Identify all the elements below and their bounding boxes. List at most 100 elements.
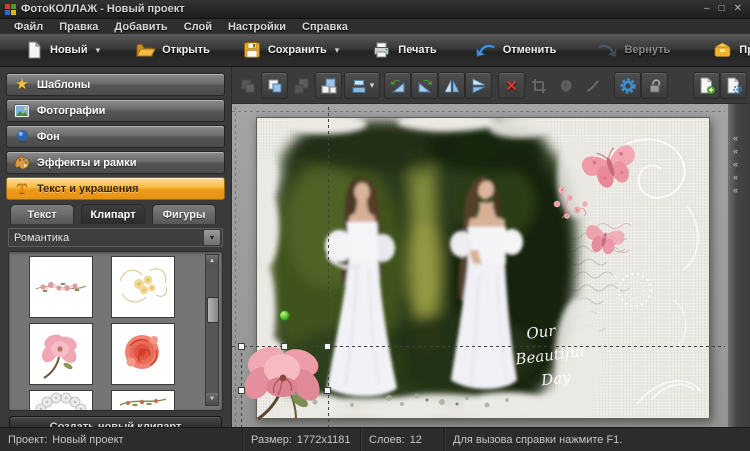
sidebar-item-background[interactable]: Фон	[6, 125, 225, 148]
selection-guide-vertical	[328, 104, 329, 427]
printer-icon	[371, 40, 392, 60]
save-button[interactable]: Сохранить ▾	[234, 38, 347, 62]
flip-horizontal-button[interactable]	[438, 72, 465, 99]
mask-button[interactable]	[552, 72, 579, 99]
left-sidebar: ★ Шаблоны Фотографии	[0, 67, 232, 427]
flip-vertical-button[interactable]	[465, 72, 492, 99]
save-dropdown-arrow[interactable]: ▾	[335, 45, 340, 56]
star-icon: ★	[14, 77, 30, 93]
undo-icon	[475, 40, 497, 60]
save-floppy-icon	[242, 40, 262, 60]
clipart-thumb-floral-garland[interactable]	[29, 256, 93, 318]
app-window: ФотоКОЛЛАЖ - Новый проект – □ ✕ Файл Пра…	[0, 0, 750, 451]
selection-handle-top-mid[interactable]	[281, 343, 288, 350]
scroll-down-button[interactable]: ▼	[206, 393, 218, 405]
chevron-left-icon[interactable]: «	[733, 134, 738, 143]
sidebar-item-text-decorations[interactable]: T Текст и украшения	[6, 177, 225, 200]
menu-help[interactable]: Справка	[294, 21, 356, 33]
selection-handle-top-left[interactable]	[238, 343, 245, 350]
status-project: Проект: Новый проект	[0, 428, 243, 451]
menu-settings[interactable]: Настройки	[220, 21, 294, 33]
window-title: ФотоКОЛЛАЖ - Новый проект	[21, 3, 185, 15]
lock-button[interactable]	[641, 72, 668, 99]
chevron-left-icon[interactable]: «	[733, 160, 738, 169]
title-bar[interactable]: ФотоКОЛЛАЖ - Новый проект – □ ✕	[0, 0, 750, 19]
clipart-thumb-white-flower-arc[interactable]	[29, 390, 93, 411]
minimize-button[interactable]: –	[704, 4, 710, 14]
chevron-left-icon[interactable]: «	[733, 147, 738, 156]
clipart-thumb-coral-rose[interactable]	[111, 323, 175, 385]
status-bar: Проект: Новый проект Размер: 1772x1181 С…	[0, 427, 750, 451]
guide-line-top	[232, 111, 725, 112]
new-button[interactable]: Новый ▾	[16, 38, 108, 62]
settings-button[interactable]	[614, 72, 641, 99]
bring-forward-button[interactable]	[261, 72, 288, 99]
selected-flower-clipart[interactable]	[238, 339, 330, 424]
sidebar-item-templates[interactable]: ★ Шаблоны	[6, 73, 225, 96]
close-button[interactable]: ✕	[734, 4, 742, 14]
canvas-toolbar: ▾ ✕	[232, 67, 750, 104]
clipart-scrollbar[interactable]: ▲ ▼	[205, 254, 219, 406]
help-text: Для вызова справки нажмите F1.	[453, 434, 622, 446]
add-page-button[interactable]	[693, 72, 720, 99]
clipart-thumb-cream-flowers[interactable]	[111, 256, 175, 318]
menu-add[interactable]: Добавить	[106, 21, 175, 33]
new-page-icon	[24, 40, 44, 60]
crop-button[interactable]	[525, 72, 552, 99]
programs-button[interactable]: Программы ▾	[704, 38, 750, 62]
page-settings-button[interactable]	[720, 72, 747, 99]
app-icon	[4, 3, 16, 15]
clipart-thumb-pink-blossom[interactable]	[29, 323, 93, 385]
clipart-thumb-floral-sprig[interactable]	[111, 390, 175, 411]
clipart-category-select[interactable]: Романтика ▾	[8, 228, 223, 247]
size-label: Размер:	[251, 434, 292, 446]
undo-button[interactable]: Отменить	[467, 38, 565, 62]
background-sphere-icon	[14, 129, 30, 145]
send-to-back-button[interactable]	[288, 72, 315, 99]
chevron-left-icon[interactable]: «	[733, 173, 738, 182]
rotate-right-button[interactable]	[411, 72, 438, 99]
select-dropdown-arrow[interactable]: ▾	[203, 229, 221, 246]
tab-clipart[interactable]: Клипарт	[81, 204, 145, 224]
send-backward-button[interactable]	[234, 72, 261, 99]
canvas-workarea[interactable]: Our Beautiful Day	[232, 104, 750, 427]
redo-button[interactable]: Вернуть	[588, 38, 678, 62]
rotate-handle[interactable]	[279, 310, 290, 321]
decoration-tabs: Текст Клипарт Фигуры	[10, 204, 223, 224]
align-dropdown-arrow[interactable]: ▾	[370, 80, 375, 91]
selection-handle-mid-right[interactable]	[324, 387, 331, 394]
tab-shapes[interactable]: Фигуры	[152, 204, 216, 224]
size-value: 1772x1181	[297, 434, 351, 446]
maximize-button[interactable]: □	[719, 4, 725, 14]
rotate-left-button[interactable]	[384, 72, 411, 99]
guide-line-left	[235, 104, 236, 427]
project-value: Новый проект	[52, 434, 123, 446]
status-size: Размер: 1772x1181	[243, 428, 361, 451]
sidebar-item-photos[interactable]: Фотографии	[6, 99, 225, 122]
bring-to-front-button[interactable]	[315, 72, 342, 99]
pen-button[interactable]	[579, 72, 606, 99]
collapsed-panel-strip[interactable]: « « « « «	[728, 104, 750, 427]
overlay-text-line3: Day	[539, 368, 572, 390]
new-dropdown-arrow[interactable]: ▾	[96, 45, 101, 56]
scrollbar-thumb[interactable]	[207, 297, 219, 323]
menu-edit[interactable]: Правка	[51, 21, 106, 33]
chevron-left-icon[interactable]: «	[733, 186, 738, 195]
photo-icon	[14, 103, 30, 119]
sidebar-item-effects[interactable]: Эффекты и рамки	[6, 151, 225, 174]
menu-file[interactable]: Файл	[6, 21, 51, 33]
layers-value: 12	[410, 434, 422, 446]
unlock-icon	[646, 77, 664, 95]
print-button[interactable]: Печать	[363, 38, 444, 62]
align-button[interactable]: ▾	[344, 72, 380, 99]
tab-text[interactable]: Текст	[10, 204, 74, 224]
delete-button[interactable]: ✕	[498, 72, 525, 99]
main-toolbar: Новый ▾ Открыть Сохранить ▾	[0, 34, 750, 67]
selection-handle-mid-left[interactable]	[238, 387, 245, 394]
menu-layer[interactable]: Слой	[176, 21, 220, 33]
open-button[interactable]: Открыть	[126, 38, 218, 62]
scroll-up-button[interactable]: ▲	[206, 255, 218, 267]
selection-handle-top-right[interactable]	[324, 343, 331, 350]
clipart-list: ▲ ▼	[8, 251, 223, 411]
open-folder-icon	[134, 40, 156, 60]
